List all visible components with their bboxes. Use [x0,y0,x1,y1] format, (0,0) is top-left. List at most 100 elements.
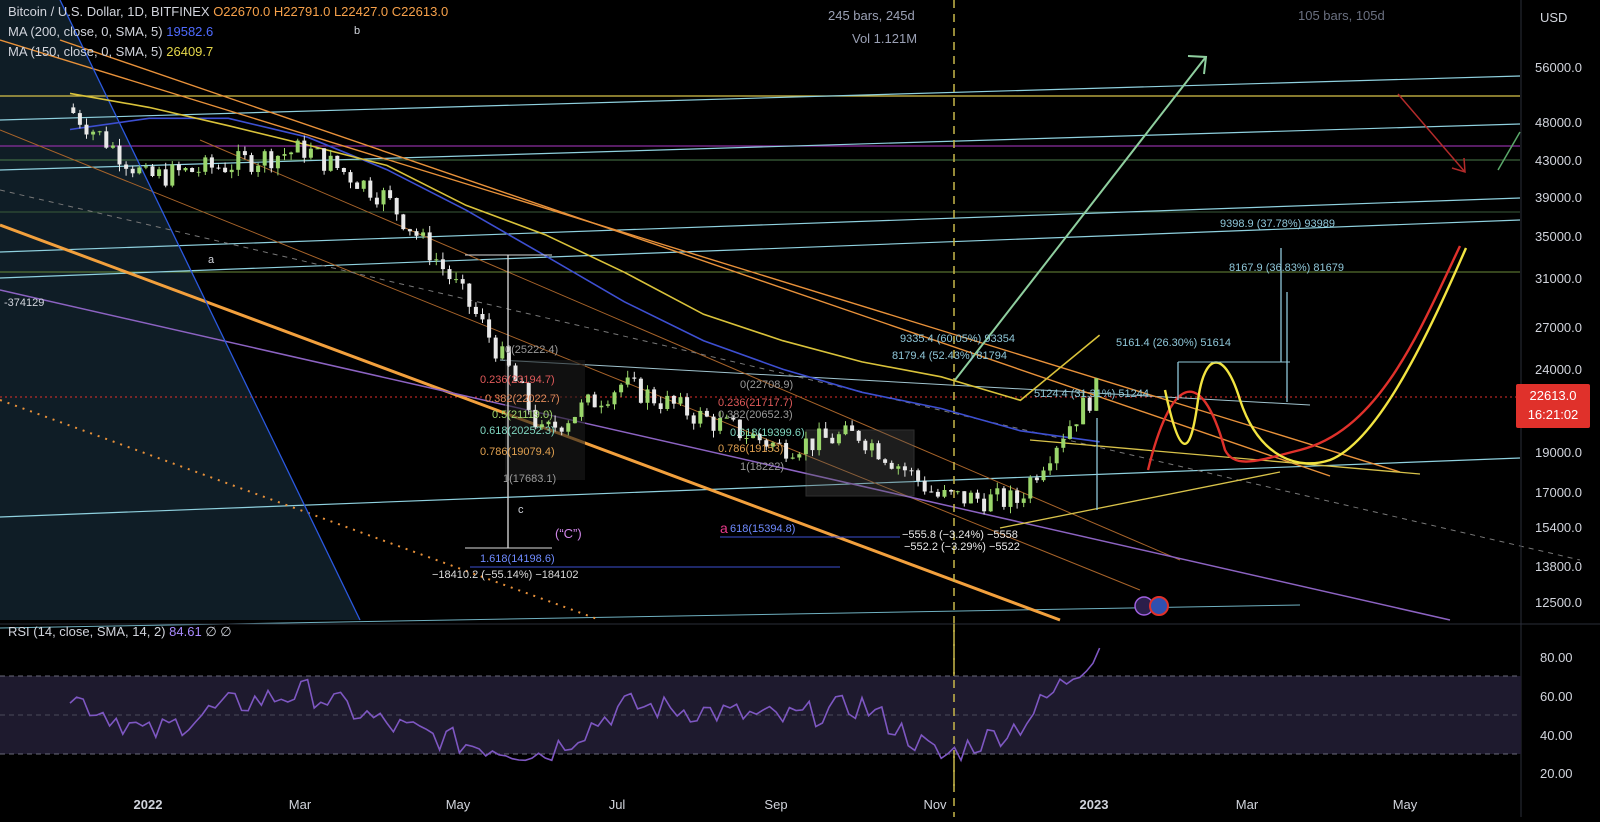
countdown: 16:21:02 [1527,407,1579,422]
candle-body [909,470,914,472]
candle-body [929,491,934,493]
ann-fib-a-618: 618(15394.8) [730,523,795,535]
candle-body [949,490,954,492]
price-axis-label: 17000.0 [1535,485,1582,500]
ann-fib-b-0382: 0.382(20652.3) [718,409,793,421]
bars-info-2: 105 bars, 105d [1298,8,1385,23]
candle-body [157,169,162,176]
candle-body [638,378,643,403]
candle-body [236,151,241,170]
candle-body [84,124,89,135]
candle-body [401,214,406,230]
ann-fib-b-0236: 0.236(21717.7) [718,397,793,409]
candle-body [170,164,175,186]
candle-body [962,491,967,504]
time-axis-label: Jul [609,797,626,812]
price-axis-label: 35000.0 [1535,229,1582,244]
candle-body [487,319,492,338]
candle-body [348,172,353,183]
ann-fib-0236: 0.236(23194.7) [480,374,555,386]
candle-body [665,395,670,409]
rsi-axis-label: 20.00 [1540,766,1573,781]
candle-body [1001,488,1006,507]
candle-body [658,403,663,409]
price-axis-label: 19000.0 [1535,445,1582,460]
candle-body [256,165,261,172]
symbol-legend[interactable]: Bitcoin / U.S. Dollar, 1D, BITFINEX O226… [8,2,448,22]
ann-fib-0786: 0.786(19079.4) [480,446,555,458]
ann-marker-b: b [354,25,360,37]
candle-body [678,397,683,404]
candle-body [341,168,346,172]
candle-body [289,152,294,155]
price-axis-label: 39000.0 [1535,190,1582,205]
time-axis-label: 2022 [134,797,163,812]
ma1-label[interactable]: MA (200, close, 0, SMA, 5) [8,24,163,39]
ann-wave-C: (“C”) [555,526,582,541]
candle-body [784,443,789,459]
rsi-legend[interactable]: RSI (14, close, SMA, 14, 2) 84.61 ∅ ∅ [8,624,232,640]
ann-fib-0: 0(25222.4) [505,344,558,356]
candle-body [130,168,135,174]
time-axis-label: Mar [289,797,312,812]
time-axis-label: 2023 [1080,797,1109,812]
ann-measure-f: 5161.4 (26.30%) 51614 [1116,337,1231,349]
ann-measure-d: 8179.4 (52.43%) 81794 [892,350,1007,362]
candle-body [1048,463,1053,471]
candle-body [916,470,921,481]
candle-body [869,443,874,451]
candle-body [982,498,987,512]
candle-body [685,397,690,416]
candle-body [480,314,485,320]
rsi-value: 84.61 [169,624,202,639]
ohlc-low: L22427.0 [333,4,389,19]
candle-body [863,440,868,451]
candle-body [209,157,214,168]
candle-body [836,434,841,444]
candle-body [104,131,109,148]
ma1-legend[interactable]: MA (200, close, 0, SMA, 5) 19582.6 [8,22,213,42]
ma2-legend[interactable]: MA (150, close, 0, SMA, 5) 26409.7 [8,42,213,62]
candle-body [632,377,637,379]
candle-body [1034,477,1039,481]
price-axis-label: 13800.0 [1535,559,1582,574]
candle-body [322,148,327,171]
chart-canvas[interactable]: USD 56000.0 48000.0 43000.0 39000.0 35000.0 31… [0,0,1600,817]
candle-body [698,410,703,424]
symbol-title[interactable]: Bitcoin / U.S. Dollar, 1D, BITFINEX [8,4,210,19]
ann-measure-b: −552.2 (−3.29%) −5522 [904,541,1020,553]
ann-measure-c: 9335.4 (60.05%) 93354 [900,333,1015,345]
ohlc-open: O22670.0 [213,4,271,19]
candle-body [374,197,379,205]
candle-body [1008,490,1013,507]
candle-body [876,443,881,460]
ann-left-value: -374129 [4,297,44,309]
ann-fib-1: 1(17683.1) [503,473,556,485]
candle-body [190,168,195,172]
ann-fib-1618: 1.618(14198.6) [480,553,555,565]
candle-body [889,462,894,469]
rsi-label[interactable]: RSI (14, close, SMA, 14, 2) [8,624,166,639]
price-axis-currency: USD [1540,10,1567,25]
candle-body [955,491,960,493]
candle-body [1074,424,1079,427]
candle-body [817,428,822,451]
candle-body [361,180,366,189]
ann-wave-a-red: a [720,520,728,536]
candle-body [1028,477,1033,499]
candle-body [335,155,340,168]
candle-body [117,145,122,165]
candle-body [605,404,610,406]
rsi-symbols: ∅ ∅ [205,624,232,639]
candle-body [368,180,373,198]
ann-measure-g: 8167.9 (36.83%) 81679 [1229,262,1344,274]
candle-body [645,389,650,403]
candle-body [110,145,115,148]
event-icon-us-flag [1149,596,1169,616]
candle-body [137,167,142,174]
ann-fib-b-1: 1(18222) [740,461,784,473]
candle-body [652,389,657,404]
ma2-label[interactable]: MA (150, close, 0, SMA, 5) [8,44,163,59]
candle-body [315,148,320,150]
candle-body [440,259,445,270]
